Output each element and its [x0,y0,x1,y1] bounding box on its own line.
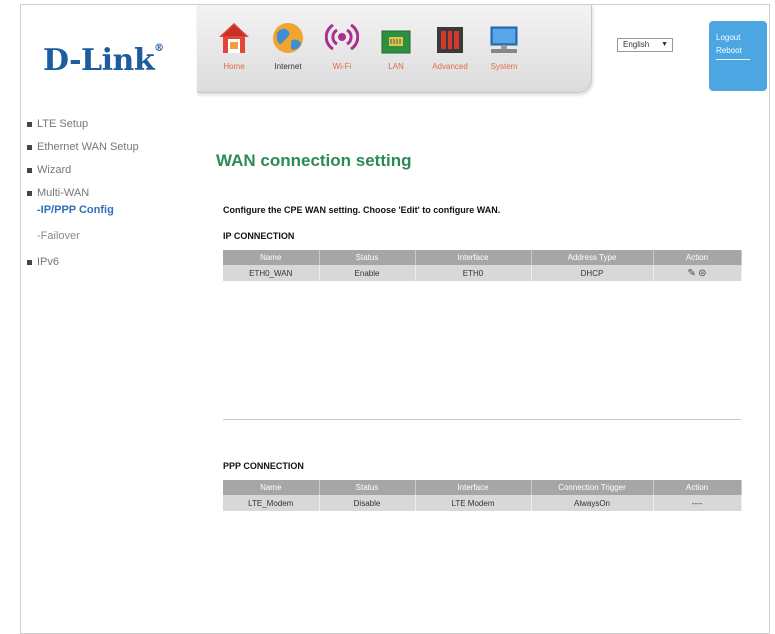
col-interface: Interface [415,480,532,495]
nav-advanced-label: Advanced [432,62,468,71]
cell-name: ETH0_WAN [223,265,320,281]
cell-interface: ETH0 [415,265,532,281]
col-name: Name [223,250,320,265]
logout-link[interactable]: Logout [716,33,767,42]
sidebar: LTE Setup Ethernet WAN Setup Wizard Mult… [27,118,197,279]
account-panel: Logout Reboot [709,21,767,91]
globe-icon [273,23,303,53]
col-address-type: Address Type [531,250,654,265]
sidebar-item-lte-setup[interactable]: LTE Setup [27,118,197,130]
nav-advanced[interactable]: Advanced [427,19,473,71]
cell-name: LTE_Modem [223,495,320,511]
nav-internet[interactable]: Internet [265,19,311,71]
nav-wifi-label: Wi-Fi [332,62,352,71]
sidebar-item-ethernet-wan-setup[interactable]: Ethernet WAN Setup [27,141,197,153]
account-divider [716,59,750,60]
section-divider [223,419,741,420]
nav-home[interactable]: Home [211,19,257,71]
nav-lan[interactable]: LAN [373,19,419,71]
cell-connection-trigger: AlwaysOn [531,495,654,511]
cell-interface: LTE Modem [415,495,532,511]
col-status: Status [319,250,416,265]
col-action: Action [653,250,742,265]
main-nav: Home Internet Wi-Fi LAN Advanced System [197,5,592,93]
cell-action: ✎ ⊜ [653,265,742,281]
cell-address-type: DHCP [531,265,654,281]
sidebar-subitem-ip-ppp-config[interactable]: -IP/PPP Config [27,204,197,216]
cell-status: Enable [319,265,416,281]
ppp-connection-table: Name Status Interface Connection Trigger… [223,480,742,511]
logo-area: D-Link® [21,5,196,97]
dlink-logo[interactable]: D-Link® [43,43,164,78]
ppp-connection-title: PPP CONNECTION [223,461,304,471]
sidebar-item-wizard[interactable]: Wizard [27,164,197,176]
table-header-row: Name Status Interface Address Type Actio… [223,250,742,265]
table-row: LTE_Modem Disable LTE Modem AlwaysOn ---… [223,495,742,511]
edit-icon[interactable]: ✎ [687,268,695,279]
nav-wifi[interactable]: Wi-Fi [319,19,365,71]
dropdown-arrow-icon: ▼ [661,41,668,48]
col-name: Name [223,480,320,495]
reboot-link[interactable]: Reboot [716,46,767,55]
nav-lan-label: LAN [388,62,404,71]
nav-home-label: Home [223,62,245,71]
sidebar-subitem-failover[interactable]: -Failover [27,230,197,242]
router-ui-frame: D-Link® Home Internet Wi-Fi LAN Advanced… [20,4,770,634]
nav-system[interactable]: System [481,19,527,71]
table-row: ETH0_WAN Enable ETH0 DHCP ✎ ⊜ [223,265,742,281]
language-select[interactable]: English ▼ [617,38,673,52]
ip-connection-title: IP CONNECTION [223,231,295,241]
nav-system-label: System [490,62,518,71]
page-title: WAN connection setting [216,151,412,170]
computer-icon [490,26,518,53]
col-status: Status [319,480,416,495]
page-description: Configure the CPE WAN setting. Choose 'E… [223,205,501,215]
cell-status: Disable [319,495,416,511]
nav-internet-label: Internet [274,62,302,71]
sidebar-item-multi-wan[interactable]: Multi-WAN [27,187,197,199]
cell-action: ---- [653,495,742,511]
delete-icon[interactable]: ⊜ [698,268,706,279]
col-connection-trigger: Connection Trigger [531,480,654,495]
ip-connection-table: Name Status Interface Address Type Actio… [223,250,742,281]
sidebar-item-ipv6[interactable]: IPv6 [27,256,197,268]
toolbox-icon [437,27,463,53]
house-icon [219,23,249,53]
table-header-row: Name Status Interface Connection Trigger… [223,480,742,495]
col-interface: Interface [415,250,532,265]
network-card-icon [381,30,411,54]
col-action: Action [653,480,742,495]
wifi-icon [325,23,359,51]
language-selected-value: English [623,40,650,49]
